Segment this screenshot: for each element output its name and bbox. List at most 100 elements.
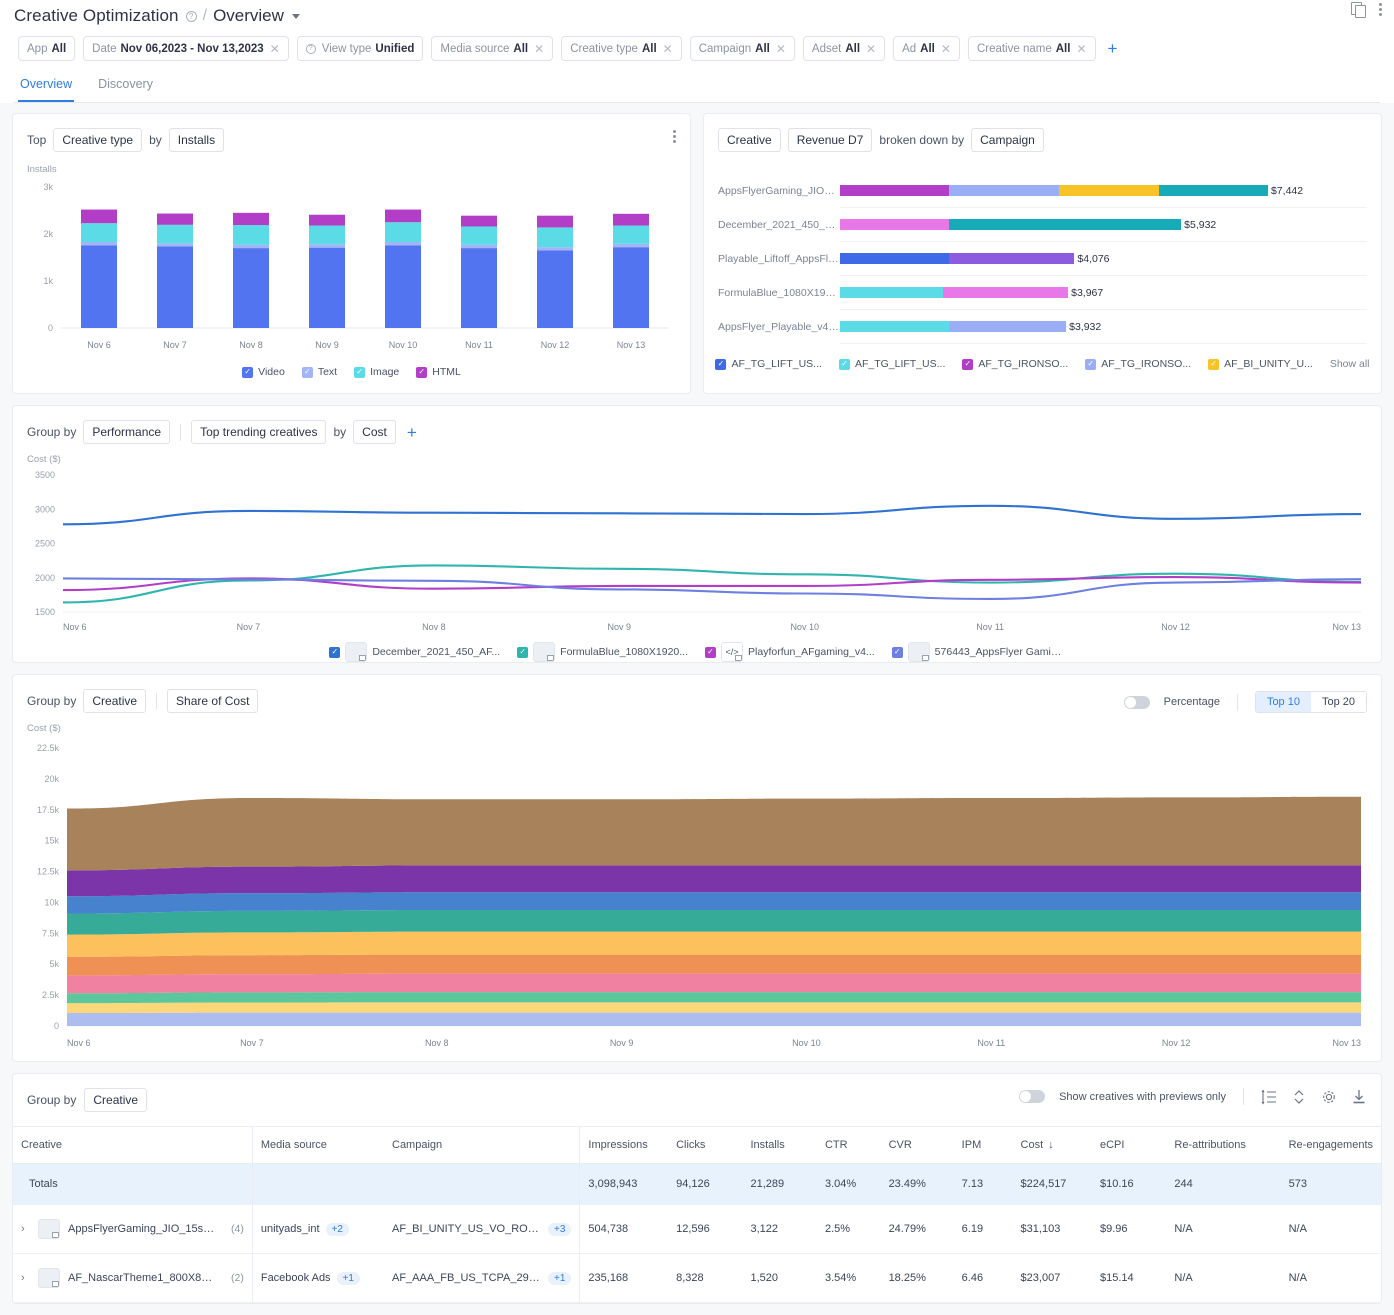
close-icon[interactable]: ✕ [270, 43, 280, 55]
legend-checkbox[interactable] [302, 367, 313, 378]
hbar-row[interactable]: AppsFlyer_Playable_v4.0...$3,932 [718, 310, 1367, 343]
close-icon[interactable]: ✕ [663, 43, 673, 55]
legend-item[interactable]: AF_TG_IRONSO... [962, 358, 1068, 370]
close-icon[interactable]: ✕ [1076, 43, 1086, 55]
metric-select[interactable]: Installs [169, 128, 224, 152]
legend-item[interactable]: FormulaBlue_1080X1920... [517, 642, 688, 662]
close-icon[interactable]: ✕ [941, 43, 951, 55]
legend-checkbox[interactable] [517, 647, 528, 658]
hbar-row[interactable]: AppsFlyerGaming_JIO_1...$7,442 [718, 174, 1367, 207]
column-header-installs[interactable]: Installs [742, 1127, 816, 1164]
legend-checkbox[interactable] [715, 359, 726, 370]
legend-item[interactable]: AF_BI_UNITY_U... [1208, 358, 1313, 370]
revenue-metric-select[interactable]: Revenue D7 [788, 128, 873, 152]
share-mode-select[interactable]: Share of Cost [167, 689, 258, 713]
filter-chip-campaign[interactable]: Campaign All✕ [690, 36, 795, 61]
filter-chip-adset[interactable]: Adset All✕ [803, 36, 885, 61]
column-label: Installs [750, 1139, 784, 1151]
column-header-ecpi[interactable]: eCPI [1092, 1127, 1166, 1164]
legend-checkbox[interactable] [329, 647, 340, 658]
legend-checkbox[interactable] [1085, 359, 1096, 370]
svg-text:Nov 13: Nov 13 [1332, 622, 1361, 632]
legend-item-video[interactable]: Video [242, 366, 285, 378]
filter-chip-ad[interactable]: Ad All✕ [893, 36, 960, 61]
svg-text:1k: 1k [43, 276, 53, 286]
expand-row-icon[interactable]: › [21, 1223, 30, 1235]
table-group-by-select[interactable]: Creative [84, 1088, 147, 1112]
table-row[interactable]: ›AppsFlyerGaming_JIO_15sec_10...(4)unity… [13, 1205, 1381, 1254]
sort-icon[interactable] [1291, 1089, 1307, 1105]
table-row[interactable]: ›AF_NascarTheme1_800X800.jpg(2)Facebook … [13, 1254, 1381, 1303]
hbar-row[interactable]: Playable_Liftoff_AppsFly...$4,076 [718, 242, 1367, 275]
kebab-menu-icon[interactable] [1379, 3, 1382, 16]
legend-checkbox[interactable] [1208, 359, 1219, 370]
top10-button[interactable]: Top 10 [1256, 692, 1311, 712]
copy-icon[interactable] [1351, 2, 1365, 17]
filter-chip-creative-type[interactable]: Creative type All✕ [561, 36, 682, 61]
campaign-more[interactable]: +3 [548, 1223, 571, 1236]
close-icon[interactable]: ✕ [866, 43, 876, 55]
legend-item-text[interactable]: Text [302, 366, 337, 378]
breakdown-select[interactable]: Campaign [971, 128, 1044, 152]
download-icon[interactable] [1351, 1089, 1367, 1105]
column-header-media-source[interactable]: Media source [252, 1127, 384, 1164]
group-by-select[interactable]: Performance [83, 420, 170, 444]
hbar-row[interactable]: FormulaBlue_1080X1920...$3,967 [718, 276, 1367, 309]
tab-overview[interactable]: Overview [18, 71, 74, 102]
column-header-cvr[interactable]: CVR [881, 1127, 954, 1164]
legend-item[interactable]: AF_TG_LIFT_US... [715, 358, 821, 370]
legend-checkbox[interactable] [416, 367, 427, 378]
legend-item[interactable]: 576443_AppsFlyer Gamin... [892, 642, 1065, 662]
percentage-toggle[interactable] [1124, 696, 1150, 709]
info-icon[interactable]: ? [186, 11, 197, 22]
filter-chip-media-source[interactable]: Media source All✕ [431, 36, 553, 61]
share-group-by-select[interactable]: Creative [83, 689, 146, 713]
legend-item-image[interactable]: Image [354, 366, 399, 378]
cell-campaign [384, 1164, 580, 1205]
add-metric-button[interactable]: + [403, 424, 421, 441]
row-height-icon[interactable] [1261, 1089, 1277, 1105]
column-header-clicks[interactable]: Clicks [668, 1127, 742, 1164]
dimension-select[interactable]: Creative type [53, 128, 142, 152]
column-header-re-attributions[interactable]: Re-attributions [1166, 1127, 1280, 1164]
chevron-down-icon[interactable] [292, 14, 300, 19]
legend-item-html[interactable]: HTML [416, 366, 461, 378]
filter-chip-view-type[interactable]: ?View type Unified [297, 36, 424, 61]
filter-chip-app[interactable]: App All [18, 36, 75, 61]
column-header-cost[interactable]: Cost↓ [1013, 1127, 1092, 1164]
close-icon[interactable]: ✕ [534, 43, 544, 55]
filter-chip-creative-name[interactable]: Creative name All✕ [968, 36, 1096, 61]
column-header-creative[interactable]: Creative [13, 1127, 252, 1164]
settings-gear-icon[interactable] [1321, 1089, 1337, 1105]
column-header-campaign[interactable]: Campaign [384, 1127, 580, 1164]
top20-button[interactable]: Top 20 [1311, 692, 1366, 712]
filter-chip-date[interactable]: Date Nov 06,2023 - Nov 13,2023✕ [83, 36, 289, 61]
legend-checkbox[interactable] [892, 647, 903, 658]
previews-only-toggle[interactable] [1019, 1090, 1045, 1103]
legend-checkbox[interactable] [354, 367, 365, 378]
panel-kebab-menu-icon[interactable] [673, 130, 676, 143]
column-header-ctr[interactable]: CTR [817, 1127, 881, 1164]
column-header-re-engagements[interactable]: Re-engagements [1281, 1127, 1381, 1164]
hbar-row[interactable]: December_2021_450_A...$5,932 [718, 208, 1367, 241]
entity-select[interactable]: Creative [718, 128, 781, 152]
tab-discovery[interactable]: Discovery [96, 71, 155, 102]
legend-item[interactable]: AF_TG_LIFT_US... [839, 358, 945, 370]
column-header-ipm[interactable]: IPM [954, 1127, 1013, 1164]
show-all-link[interactable]: Show all [1330, 358, 1370, 370]
add-filter-button[interactable]: + [1104, 40, 1122, 57]
trending-metric-select[interactable]: Cost [353, 420, 396, 444]
column-header-impressions[interactable]: Impressions [580, 1127, 668, 1164]
legend-checkbox[interactable] [242, 367, 253, 378]
legend-item[interactable]: December_2021_450_AF... [329, 642, 500, 662]
close-icon[interactable]: ✕ [776, 43, 786, 55]
trending-select[interactable]: Top trending creatives [191, 420, 326, 444]
legend-checkbox[interactable] [839, 359, 850, 370]
legend-item[interactable]: AF_TG_IRONSO... [1085, 358, 1191, 370]
svg-text:Nov 8: Nov 8 [425, 1038, 449, 1048]
media-source-more[interactable]: +2 [326, 1223, 349, 1236]
legend-checkbox[interactable] [962, 359, 973, 370]
legend-item[interactable]: </>Playforfun_AFgaming_v4... [705, 642, 875, 662]
legend-checkbox[interactable] [705, 647, 716, 658]
expand-row-icon[interactable]: › [21, 1272, 30, 1284]
